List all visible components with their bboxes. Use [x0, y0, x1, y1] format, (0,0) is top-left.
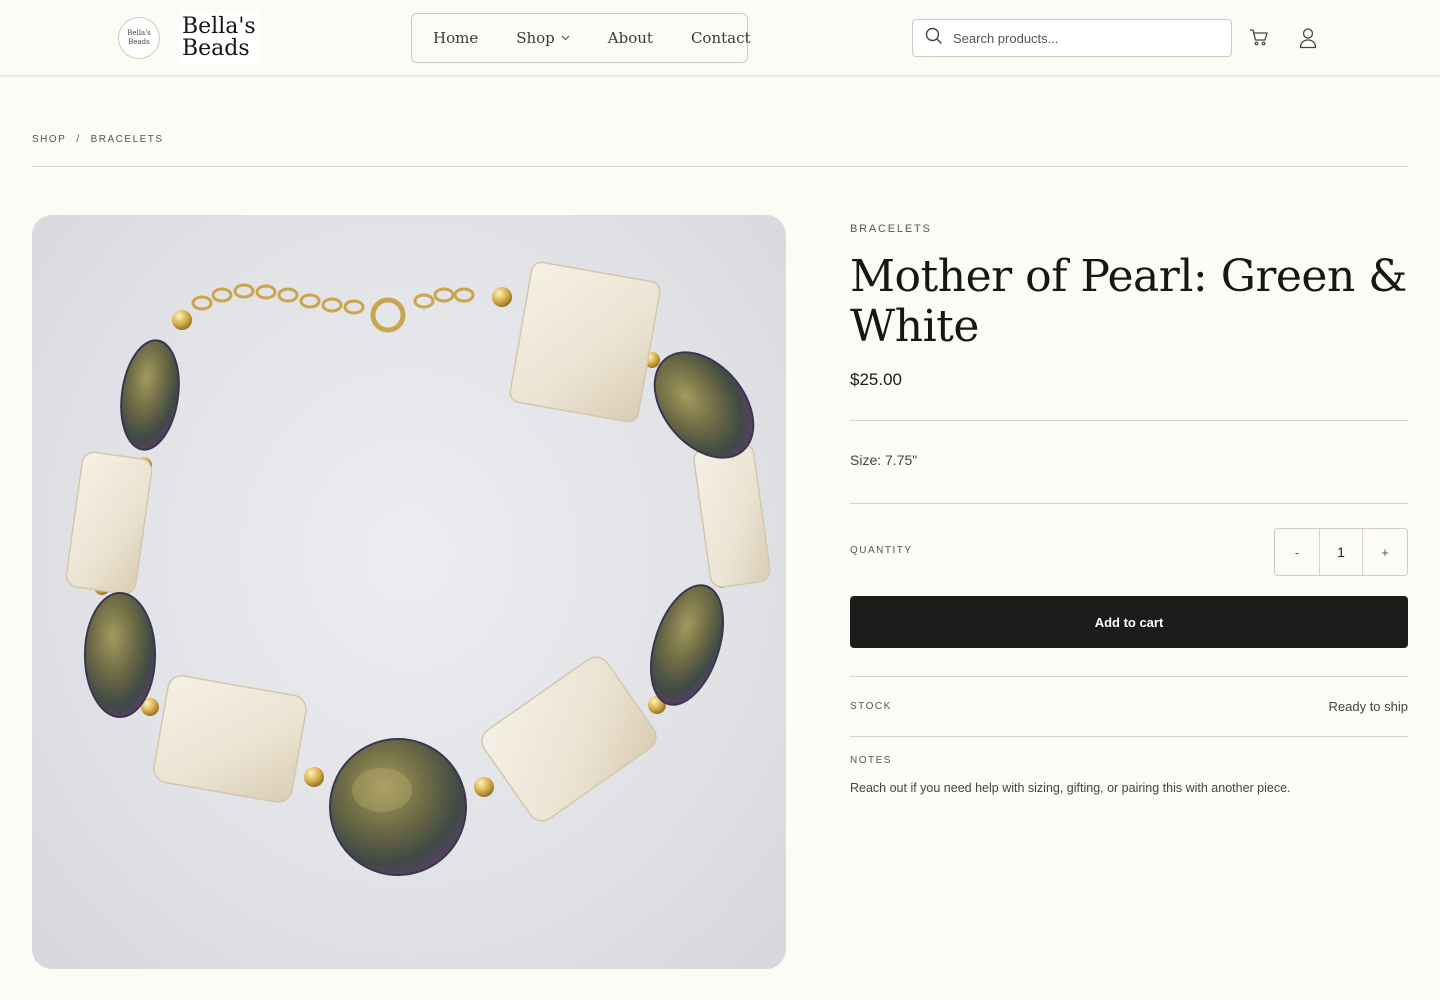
- logo[interactable]: Bella's Beads Bella's Beads: [118, 12, 260, 64]
- notes-label: NOTES: [850, 755, 892, 766]
- search-box: [912, 19, 1232, 57]
- chevron-down-icon: [561, 35, 570, 41]
- breadcrumb-bracelets[interactable]: BRACELETS: [91, 134, 164, 145]
- nav-shop-label: Shop: [516, 29, 555, 47]
- quantity-stepper: - +: [1274, 528, 1408, 576]
- logo-badge-line1: Bella's: [127, 28, 151, 37]
- divider: [850, 503, 1408, 504]
- logo-line2: Beads: [182, 36, 250, 61]
- logo-line1: Bella's: [182, 14, 256, 39]
- site-header: Bella's Beads Bella's Beads Home Shop Ab…: [0, 0, 1440, 76]
- product-title: Mother of Pearl: Green & White: [850, 251, 1407, 352]
- stock-value: Ready to ship: [1328, 699, 1409, 714]
- nav-contact-label: Contact: [690, 29, 751, 47]
- search-input[interactable]: [953, 30, 1213, 46]
- nav-contact[interactable]: Contact: [691, 29, 751, 47]
- divider: [850, 736, 1408, 737]
- increment-button[interactable]: +: [1363, 529, 1407, 575]
- breadcrumb-divider: [32, 166, 1408, 167]
- divider: [850, 676, 1408, 677]
- nav-home[interactable]: Home: [433, 29, 478, 47]
- logo-badge: Bella's Beads: [118, 17, 160, 59]
- account-icon[interactable]: [1298, 27, 1318, 54]
- logo-wordmark: Bella's Beads: [180, 12, 260, 64]
- quantity-input[interactable]: [1319, 529, 1363, 575]
- breadcrumb-shop[interactable]: SHOP: [32, 134, 66, 145]
- product-image[interactable]: [32, 215, 786, 969]
- quantity-label: QUANTITY: [850, 545, 913, 556]
- stock-label: STOCK: [850, 701, 892, 712]
- bracelet-photo: [65, 261, 771, 876]
- cart-icon[interactable]: [1249, 27, 1269, 52]
- nav-about-label: About: [607, 29, 653, 47]
- product-price: $25.00: [850, 370, 902, 389]
- nav-shop[interactable]: Shop: [516, 29, 570, 47]
- add-to-cart-button[interactable]: Add to cart: [850, 596, 1408, 648]
- main-nav: Home Shop About Contact: [411, 13, 751, 63]
- nav-about[interactable]: About: [608, 29, 653, 47]
- breadcrumb-separator: /: [76, 134, 81, 145]
- decrement-button[interactable]: -: [1275, 529, 1319, 575]
- product-category: BRACELETS: [850, 223, 932, 235]
- search-icon: [925, 27, 943, 50]
- notes-text: Reach out if you need help with sizing, …: [850, 781, 1291, 795]
- logo-badge-line2: Beads: [128, 38, 150, 46]
- breadcrumb: SHOP / BRACELETS: [32, 134, 164, 145]
- divider: [850, 420, 1408, 421]
- nav-home-label: Home: [433, 29, 479, 47]
- product-size: Size: 7.75": [850, 452, 918, 468]
